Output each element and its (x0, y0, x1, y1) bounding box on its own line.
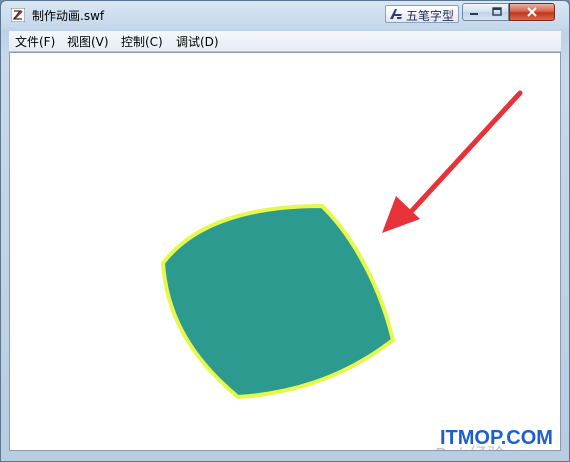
ime-label: 五笔字型 (406, 9, 455, 23)
maximize-icon (491, 7, 502, 16)
menu-view[interactable]: 视图(V) (67, 33, 109, 50)
stage-drawing (161, 90, 523, 399)
ime-indicator[interactable]: 五笔字型 (385, 5, 459, 23)
menu-bar: 文件(F) 视图(V) 控制(C) 调试(D) (9, 31, 561, 52)
red-arrow (382, 90, 523, 233)
minimize-button[interactable] (462, 3, 486, 21)
minimize-icon (470, 13, 478, 15)
close-button[interactable] (509, 3, 555, 21)
morph-shape (161, 204, 395, 399)
maximize-button[interactable] (485, 3, 509, 21)
title-bar[interactable]: 制作动画.swf 五笔字型 (1, 1, 569, 29)
swf-stage[interactable]: Bai 经验 ITMOP.COM (9, 52, 561, 451)
menu-debug[interactable]: 调试(D) (176, 33, 219, 50)
player-window: 制作动画.swf 五笔字型 文件(F) 视图(V) 控制(C) 调试(D) IT… (0, 0, 570, 462)
menu-control[interactable]: 控制(C) (121, 33, 163, 50)
menu-file[interactable]: 文件(F) (15, 33, 55, 50)
flash-player-icon (11, 8, 25, 22)
site-watermark: ITMOP.COM (440, 427, 553, 449)
ime-logo-icon (390, 9, 402, 19)
window-title: 制作动画.swf (32, 9, 105, 23)
close-icon (527, 7, 537, 17)
